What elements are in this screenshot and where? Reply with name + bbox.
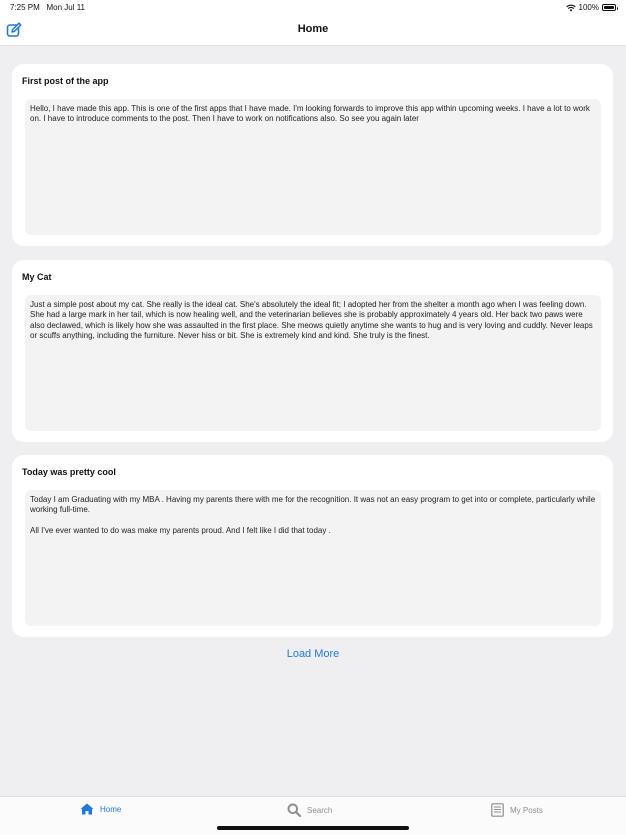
post-title: First post of the app	[22, 76, 109, 86]
post-title: My Cat	[22, 272, 52, 282]
post-body-text: Just a simple post about my cat. She rea…	[30, 300, 593, 340]
status-date: Mon Jul 11	[46, 3, 86, 12]
post-feed[interactable]: First post of the app Hello, I have made…	[0, 46, 626, 796]
document-list-icon	[491, 803, 504, 817]
tab-home[interactable]: Home	[80, 803, 121, 815]
post-card[interactable]: My Cat Just a simple post about my cat. …	[12, 260, 613, 442]
post-body[interactable]: Just a simple post about my cat. She rea…	[25, 295, 601, 431]
post-body-text: Today I am Graduating with my MBA . Havi…	[30, 495, 596, 515]
tab-home-label: Home	[100, 804, 122, 814]
post-body[interactable]: Today I am Graduating with my MBA . Havi…	[25, 490, 601, 626]
status-time: 7:25 PM	[10, 3, 40, 12]
tab-search[interactable]: Search	[287, 803, 332, 817]
post-body-text: All I've ever wanted to do was make my p…	[30, 525, 331, 535]
post-card[interactable]: First post of the app Hello, I have made…	[12, 64, 613, 246]
battery-icon	[602, 4, 618, 11]
magnifier-icon	[287, 803, 301, 817]
status-time-date: 7:25 PM Mon Jul 11	[10, 3, 85, 12]
post-body-text: Hello, I have made this app. This is one…	[30, 104, 590, 124]
post-card[interactable]: Today was pretty cool Today I am Graduat…	[12, 455, 613, 637]
status-bar: 7:25 PM Mon Jul 11 100%	[0, 0, 626, 15]
tab-search-label: Search	[307, 805, 333, 815]
load-more-button[interactable]: Load More	[0, 648, 626, 660]
wifi-icon	[565, 4, 576, 11]
tab-my-posts[interactable]: My Posts	[491, 803, 543, 817]
home-indicator	[217, 826, 409, 830]
status-indicators: 100%	[565, 3, 618, 12]
battery-percent: 100%	[578, 3, 599, 12]
house-icon	[80, 803, 94, 815]
tab-my-posts-label: My Posts	[510, 805, 543, 815]
page-title: Home	[297, 23, 329, 35]
post-body[interactable]: Hello, I have made this app. This is one…	[25, 99, 601, 235]
navigation-bar: Home	[0, 15, 626, 46]
post-title: Today was pretty cool	[22, 467, 116, 477]
